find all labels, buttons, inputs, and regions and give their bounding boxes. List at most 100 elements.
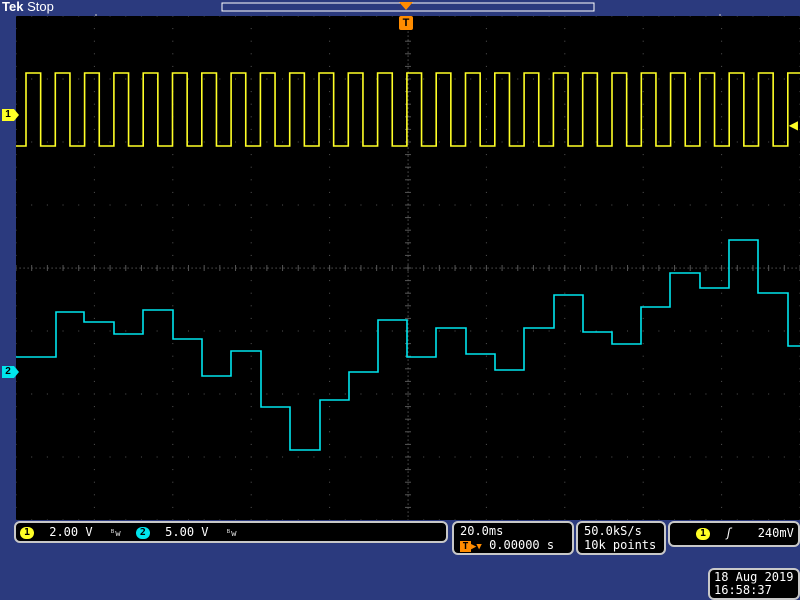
grid-dot bbox=[642, 280, 644, 282]
grid-dot bbox=[250, 519, 252, 520]
trigger-level-arrow-icon[interactable]: ◀ bbox=[789, 118, 798, 132]
grid-dot bbox=[721, 65, 723, 67]
grid-dot bbox=[721, 355, 723, 357]
grid-dot bbox=[715, 267, 717, 269]
grid-dot bbox=[46, 393, 48, 395]
grid-dot bbox=[376, 456, 378, 458]
trigger-panel[interactable]: 1 ʃ 240mV bbox=[668, 521, 800, 547]
grid-dot bbox=[689, 330, 691, 332]
grid-dot bbox=[376, 204, 378, 206]
grid-dot bbox=[485, 78, 487, 80]
grid-dot bbox=[475, 267, 477, 269]
grid-dot bbox=[219, 141, 221, 143]
grid-dot bbox=[125, 141, 127, 143]
grid-dot bbox=[485, 179, 487, 181]
grid-dot bbox=[95, 267, 97, 269]
grid-dot bbox=[564, 481, 566, 483]
grid-dot bbox=[791, 267, 793, 269]
grid-dot bbox=[743, 267, 745, 269]
grid-dot bbox=[379, 267, 381, 269]
grid-dot bbox=[93, 506, 95, 508]
trigger-t-icon: T bbox=[460, 541, 471, 552]
grid-dot bbox=[775, 267, 777, 269]
grid-dot bbox=[329, 506, 331, 508]
horizontal-settings-panel[interactable]: 20.0ms T ▶▼ 0.00000 s bbox=[452, 521, 574, 555]
grid-dot bbox=[93, 91, 95, 93]
grid-dot bbox=[689, 393, 691, 395]
grid-dot bbox=[16, 494, 17, 496]
grid-dot bbox=[250, 204, 252, 206]
waveform-area[interactable]: T ◀ bbox=[16, 16, 800, 520]
grid-dot bbox=[579, 204, 581, 206]
grid-dot bbox=[642, 406, 644, 408]
grid-dot bbox=[507, 267, 509, 269]
grid-dot bbox=[344, 16, 346, 17]
grid-dot bbox=[755, 267, 757, 269]
grid-dot bbox=[438, 456, 440, 458]
grid-dot bbox=[91, 267, 93, 269]
grid-dot bbox=[689, 141, 691, 143]
grid-dot bbox=[407, 55, 409, 57]
grid-dot bbox=[564, 179, 566, 181]
grid-dot bbox=[438, 16, 440, 17]
grid-dot bbox=[470, 393, 472, 395]
grid-dot bbox=[93, 65, 95, 67]
grid-dot bbox=[347, 267, 349, 269]
grid-dot bbox=[16, 154, 17, 156]
grid-dot bbox=[119, 267, 121, 269]
grid-dot bbox=[93, 154, 95, 156]
grid-dot bbox=[329, 305, 331, 307]
grid-dot bbox=[485, 393, 487, 395]
grid-dot bbox=[579, 141, 581, 143]
grid-dot bbox=[407, 475, 409, 477]
grid-dot bbox=[705, 456, 707, 458]
grid-dot bbox=[642, 418, 644, 420]
grid-dot bbox=[705, 204, 707, 206]
grid-dot bbox=[407, 403, 409, 405]
acquisition-panel[interactable]: 50.0kS/s 10k points bbox=[576, 521, 666, 555]
grid-dot bbox=[16, 406, 17, 408]
ch1-badge[interactable]: 1 bbox=[20, 526, 34, 539]
trigger-level: 240mV bbox=[757, 526, 794, 540]
grid-dot bbox=[485, 141, 487, 143]
grid-dot bbox=[721, 116, 723, 118]
grid-dot bbox=[62, 16, 64, 17]
grid-dot bbox=[93, 481, 95, 483]
grid-dot bbox=[235, 330, 237, 332]
grid-dot bbox=[721, 191, 723, 193]
grid-dot bbox=[172, 481, 174, 483]
grid-dot bbox=[266, 78, 268, 80]
grid-dot bbox=[235, 16, 237, 17]
grid-dot bbox=[407, 375, 409, 377]
grid-dot bbox=[329, 292, 331, 294]
vertical-settings-panel[interactable]: 1 2.00 V ᴮw 2 5.00 V ᴮw bbox=[14, 521, 448, 543]
grid-dot bbox=[93, 380, 95, 382]
grid-dot bbox=[595, 78, 597, 80]
grid-dot bbox=[344, 456, 346, 458]
grid-dot bbox=[532, 330, 534, 332]
grid-dot bbox=[187, 78, 189, 80]
grid-dot bbox=[407, 435, 409, 437]
grid-dot bbox=[235, 204, 237, 206]
grid-dot bbox=[172, 242, 174, 244]
grid-dot bbox=[156, 393, 158, 395]
grid-dot bbox=[335, 267, 337, 269]
grid-dot bbox=[485, 191, 487, 193]
trigger-time-badge[interactable]: T bbox=[399, 16, 413, 30]
grid-dot bbox=[721, 343, 723, 345]
grid-dot bbox=[250, 481, 252, 483]
grid-dot bbox=[156, 330, 158, 332]
grid-dot bbox=[658, 78, 660, 80]
ch1-ground-marker[interactable]: 1 bbox=[2, 109, 19, 121]
grid-dot bbox=[329, 431, 331, 433]
ch2-badge[interactable]: 2 bbox=[135, 526, 150, 539]
time-scale: 20.0ms bbox=[460, 524, 504, 538]
grid-dot bbox=[454, 456, 456, 458]
grid-dot bbox=[655, 267, 657, 269]
grid-dot bbox=[93, 355, 95, 357]
grid-dot bbox=[172, 154, 174, 156]
ch2-ground-marker[interactable]: 2 bbox=[2, 366, 19, 378]
grid-dot bbox=[78, 141, 80, 143]
grid-dot bbox=[319, 267, 321, 269]
grid-dot bbox=[399, 267, 401, 269]
